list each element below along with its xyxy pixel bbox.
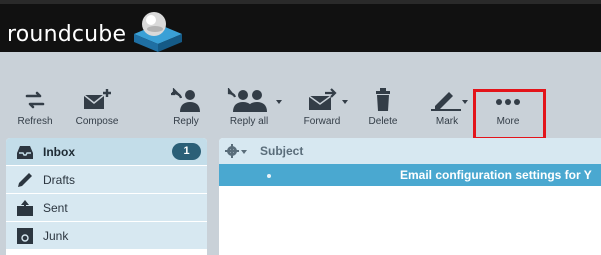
message-row[interactable]: Email configuration settings for Y	[219, 164, 601, 186]
pencil-icon	[18, 173, 32, 187]
delete-label: Delete	[368, 116, 398, 127]
reply-label: Reply	[173, 116, 199, 127]
trash-icon	[376, 88, 390, 111]
folder-label: Junk	[43, 229, 69, 243]
app-header: roundcube	[0, 0, 601, 52]
mark-dropdown-icon[interactable]	[462, 100, 468, 104]
message-subject: Email configuration settings for Y	[400, 168, 592, 182]
forward-button[interactable]: Forward	[294, 88, 350, 130]
header-top-strip	[0, 0, 601, 4]
mark-icon	[431, 92, 461, 111]
compose-button[interactable]: Compose	[70, 88, 124, 130]
list-options-dropdown-icon[interactable]	[241, 150, 247, 154]
unread-status-icon[interactable]	[267, 174, 271, 178]
logo-text: roundcube	[7, 22, 127, 47]
reply-all-button[interactable]: Reply all	[218, 88, 282, 130]
sent-icon	[17, 200, 33, 216]
reply-all-dropdown-icon[interactable]	[276, 100, 282, 104]
folder-item-sent[interactable]: Sent	[6, 194, 207, 222]
forward-icon	[308, 88, 337, 110]
forward-label: Forward	[303, 116, 341, 127]
folder-label: Inbox	[43, 145, 75, 159]
refresh-icon	[25, 91, 45, 109]
compose-icon	[83, 89, 111, 109]
mark-label: Mark	[435, 116, 459, 127]
message-list: Subject Email configuration settings for…	[219, 138, 601, 255]
more-button-highlight	[473, 89, 546, 140]
reply-icon	[171, 88, 200, 112]
folder-item-inbox[interactable]: Inbox 1	[6, 138, 207, 166]
forward-dropdown-icon[interactable]	[342, 100, 348, 104]
roundcube-logo-icon	[134, 12, 182, 52]
reply-all-label: Reply all	[229, 116, 269, 127]
delete-button[interactable]: Delete	[362, 88, 404, 130]
inbox-icon	[17, 146, 33, 159]
message-list-header: Subject	[219, 138, 601, 164]
folder-item-junk[interactable]: Junk	[6, 222, 207, 250]
unread-count-badge: 1	[172, 143, 201, 160]
folder-label: Sent	[43, 201, 68, 215]
folder-list: Inbox 1 Drafts Sent Junk	[6, 138, 207, 255]
compose-label: Compose	[75, 116, 119, 127]
mark-button[interactable]: Mark	[424, 88, 470, 130]
refresh-button[interactable]: Refresh	[10, 88, 60, 130]
subject-column-header[interactable]: Subject	[260, 144, 303, 158]
reply-button[interactable]: Reply	[164, 88, 208, 130]
refresh-label: Refresh	[17, 116, 53, 127]
folder-item-drafts[interactable]: Drafts	[6, 166, 207, 194]
folder-label: Drafts	[43, 173, 76, 187]
gear-icon[interactable]	[225, 144, 239, 158]
junk-icon	[17, 228, 33, 244]
reply-all-icon	[227, 88, 267, 112]
